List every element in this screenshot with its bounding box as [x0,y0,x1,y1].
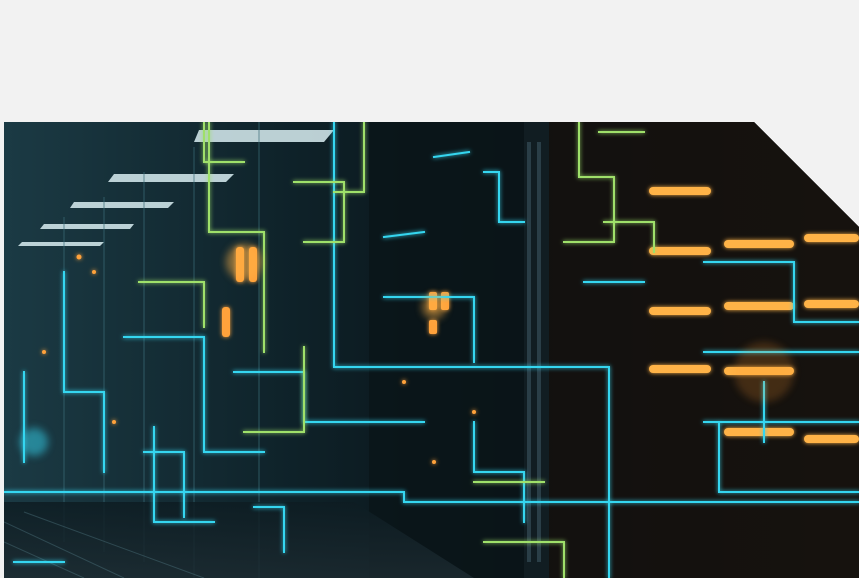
page [0,0,859,578]
hero-image [4,122,859,578]
hero-image-illustration [4,122,859,578]
